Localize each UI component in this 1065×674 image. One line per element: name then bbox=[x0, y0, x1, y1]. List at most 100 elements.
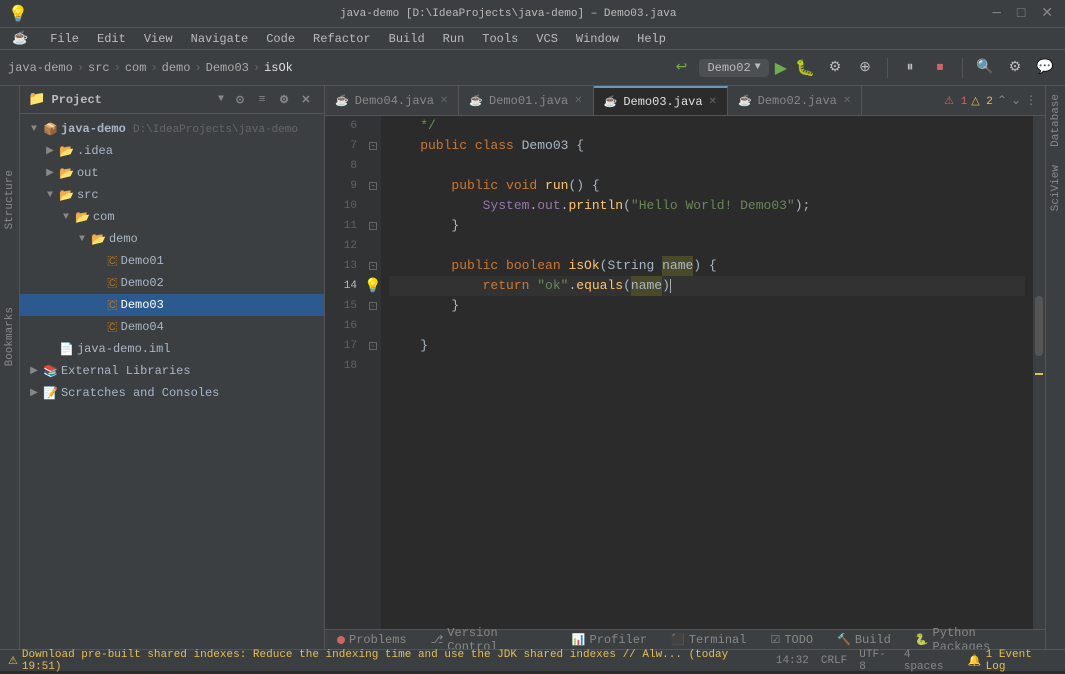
fold-isok[interactable]: - bbox=[369, 262, 377, 270]
tree-item-demo[interactable]: ▼ 📂 demo bbox=[20, 228, 324, 250]
menu-window[interactable]: Window bbox=[568, 30, 627, 48]
gutter-7[interactable]: - bbox=[365, 136, 381, 156]
status-encoding[interactable]: UTF-8 bbox=[859, 649, 892, 673]
tree-item-demo04[interactable]: 🇨 Demo04 bbox=[20, 316, 324, 338]
breadcrumb-src[interactable]: src bbox=[88, 61, 110, 75]
tree-item-demo03[interactable]: 🇨 Demo03 bbox=[20, 294, 324, 316]
scroll-indicator[interactable] bbox=[1033, 116, 1045, 629]
code-line-18 bbox=[389, 356, 1025, 376]
run-button[interactable]: ▶ bbox=[775, 58, 787, 78]
menu-file[interactable]: File bbox=[42, 30, 87, 48]
breadcrumb-project[interactable]: java-demo bbox=[8, 61, 73, 75]
close-btn[interactable]: ✕ bbox=[1041, 5, 1053, 22]
structure-tab-btn[interactable]: Structure bbox=[4, 166, 16, 233]
toolbar-nav-back[interactable]: ↩ bbox=[669, 56, 693, 80]
tree-item-src[interactable]: ▼ 📂 src bbox=[20, 184, 324, 206]
menu-run[interactable]: Run bbox=[435, 30, 473, 48]
tree-item-iml[interactable]: 📄 java-demo.iml bbox=[20, 338, 324, 360]
panel-dropdown[interactable]: ▼ bbox=[218, 94, 224, 105]
tree-item-com[interactable]: ▼ 📂 com bbox=[20, 206, 324, 228]
status-indent[interactable]: 4 spaces bbox=[904, 649, 956, 673]
tab-demo01[interactable]: ☕ Demo01.java ✕ bbox=[459, 86, 593, 115]
minimize-btn[interactable]: ─ bbox=[992, 6, 1000, 22]
menu-file[interactable]: ☕ bbox=[4, 29, 36, 48]
debug-button[interactable]: 🐛 bbox=[793, 56, 817, 80]
menu-build[interactable]: Build bbox=[381, 30, 433, 48]
bookmarks-tab-btn[interactable]: Bookmarks bbox=[4, 303, 16, 370]
tree-item-scratches[interactable]: ▶ 📝 Scratches and Consoles bbox=[20, 382, 324, 404]
locate-file-btn[interactable]: ⊙ bbox=[230, 90, 250, 110]
fold-17[interactable]: · bbox=[369, 342, 377, 350]
menu-code[interactable]: Code bbox=[258, 30, 303, 48]
problems-label: Problems bbox=[349, 633, 407, 647]
tab-demo02-close[interactable]: ✕ bbox=[843, 95, 851, 107]
status-position[interactable]: 14:32 bbox=[776, 655, 809, 667]
gutter-14[interactable]: 💡 bbox=[365, 276, 381, 296]
menu-navigate[interactable]: Navigate bbox=[183, 30, 257, 48]
expand-arrow: ▼ bbox=[28, 123, 40, 135]
tab-profiler[interactable]: 📊 Profiler bbox=[568, 631, 651, 649]
menu-tools[interactable]: Tools bbox=[474, 30, 526, 48]
tree-item-idea[interactable]: ▶ 📂 .idea bbox=[20, 140, 324, 162]
project-folder-icon: 📁 bbox=[28, 91, 45, 108]
tab-options-btn[interactable]: ⋮ bbox=[1025, 93, 1037, 108]
run-config-dropdown[interactable]: ▼ bbox=[755, 62, 761, 73]
run-options[interactable]: ⊕ bbox=[853, 56, 877, 80]
search-btn[interactable]: 🔍 bbox=[973, 56, 997, 80]
bulb-icon[interactable]: 💡 bbox=[364, 278, 381, 295]
menu-view[interactable]: View bbox=[136, 30, 181, 48]
tree-item-demo01[interactable]: 🇨 Demo01 bbox=[20, 250, 324, 272]
panel-settings-btn[interactable]: ⚙ bbox=[274, 90, 294, 110]
menu-help[interactable]: Help bbox=[629, 30, 674, 48]
tab-problems[interactable]: Problems bbox=[333, 631, 411, 649]
gutter-9[interactable]: - bbox=[365, 176, 381, 196]
coverage-button[interactable]: ⚙ bbox=[823, 56, 847, 80]
database-tab-btn[interactable]: Database bbox=[1050, 90, 1062, 151]
breadcrumb-com[interactable]: com bbox=[125, 61, 147, 75]
tab-demo03[interactable]: ☕ Demo03.java ✕ bbox=[594, 86, 728, 115]
app-icon: 💡 bbox=[8, 4, 28, 24]
run-config[interactable]: Demo02 ▼ bbox=[699, 59, 768, 77]
tab-demo01-close[interactable]: ✕ bbox=[574, 95, 582, 107]
stop-button[interactable]: ⏹ bbox=[928, 56, 952, 80]
panel-close-btn[interactable]: ✕ bbox=[296, 90, 316, 110]
tab-python[interactable]: 🐍 Python Packages bbox=[911, 624, 1037, 650]
collapse-all-btn[interactable]: ≡ bbox=[252, 90, 272, 110]
menu-refactor[interactable]: Refactor bbox=[305, 30, 379, 48]
tab-expand-btn2[interactable]: ⌄ bbox=[1011, 93, 1021, 108]
gutter-13[interactable]: - bbox=[365, 256, 381, 276]
tab-vcs[interactable]: ⎇ Version Control bbox=[427, 624, 552, 650]
tree-item-java-demo[interactable]: ▼ 📦 java-demo D:\IdeaProjects\java-demo bbox=[20, 118, 324, 140]
maximize-btn[interactable]: □ bbox=[1017, 6, 1025, 22]
menu-vcs[interactable]: VCS bbox=[528, 30, 566, 48]
breadcrumb-isok[interactable]: isOk bbox=[264, 61, 293, 75]
tab-demo02[interactable]: ☕ Demo02.java ✕ bbox=[728, 86, 862, 115]
fold-class[interactable]: - bbox=[369, 142, 377, 150]
tab-terminal[interactable]: ⬛ Terminal bbox=[667, 631, 750, 649]
fold-method[interactable]: - bbox=[369, 182, 377, 190]
fold-15[interactable]: · bbox=[369, 302, 377, 310]
tree-item-out[interactable]: ▶ 📂 out bbox=[20, 162, 324, 184]
tab-build[interactable]: 🔨 Build bbox=[833, 631, 895, 649]
ln-16: 16 bbox=[325, 316, 365, 336]
tab-todo[interactable]: ☑ TODO bbox=[766, 631, 817, 649]
status-lf[interactable]: CRLF bbox=[821, 655, 847, 667]
tab-java-icon: ☕ bbox=[604, 95, 618, 109]
status-warning: ⚠ Download pre-built shared indexes: Red… bbox=[8, 649, 768, 673]
code-content[interactable]: */ public class Demo03 { public void run… bbox=[381, 116, 1033, 629]
settings-btn[interactable]: ⚙ bbox=[1003, 56, 1027, 80]
fold-11[interactable]: · bbox=[369, 222, 377, 230]
event-log[interactable]: 🔔 1 Event Log bbox=[968, 649, 1057, 673]
breadcrumb-demo03[interactable]: Demo03 bbox=[206, 61, 249, 75]
pause-button[interactable]: ⏸ bbox=[898, 56, 922, 80]
notifications-btn[interactable]: 💬 bbox=[1033, 56, 1057, 80]
tab-demo04[interactable]: ☕ Demo04.java ✕ bbox=[325, 86, 459, 115]
menu-edit[interactable]: Edit bbox=[89, 30, 134, 48]
tab-demo04-close[interactable]: ✕ bbox=[440, 95, 448, 107]
tree-item-ext-libs[interactable]: ▶ 📚 External Libraries bbox=[20, 360, 324, 382]
tab-demo03-close[interactable]: ✕ bbox=[709, 96, 717, 108]
sciview-tab-btn[interactable]: SciView bbox=[1050, 161, 1062, 215]
breadcrumb-demo[interactable]: demo bbox=[162, 61, 191, 75]
tree-item-demo02[interactable]: 🇨 Demo02 bbox=[20, 272, 324, 294]
tab-expand-btn[interactable]: ⌃ bbox=[997, 93, 1007, 108]
